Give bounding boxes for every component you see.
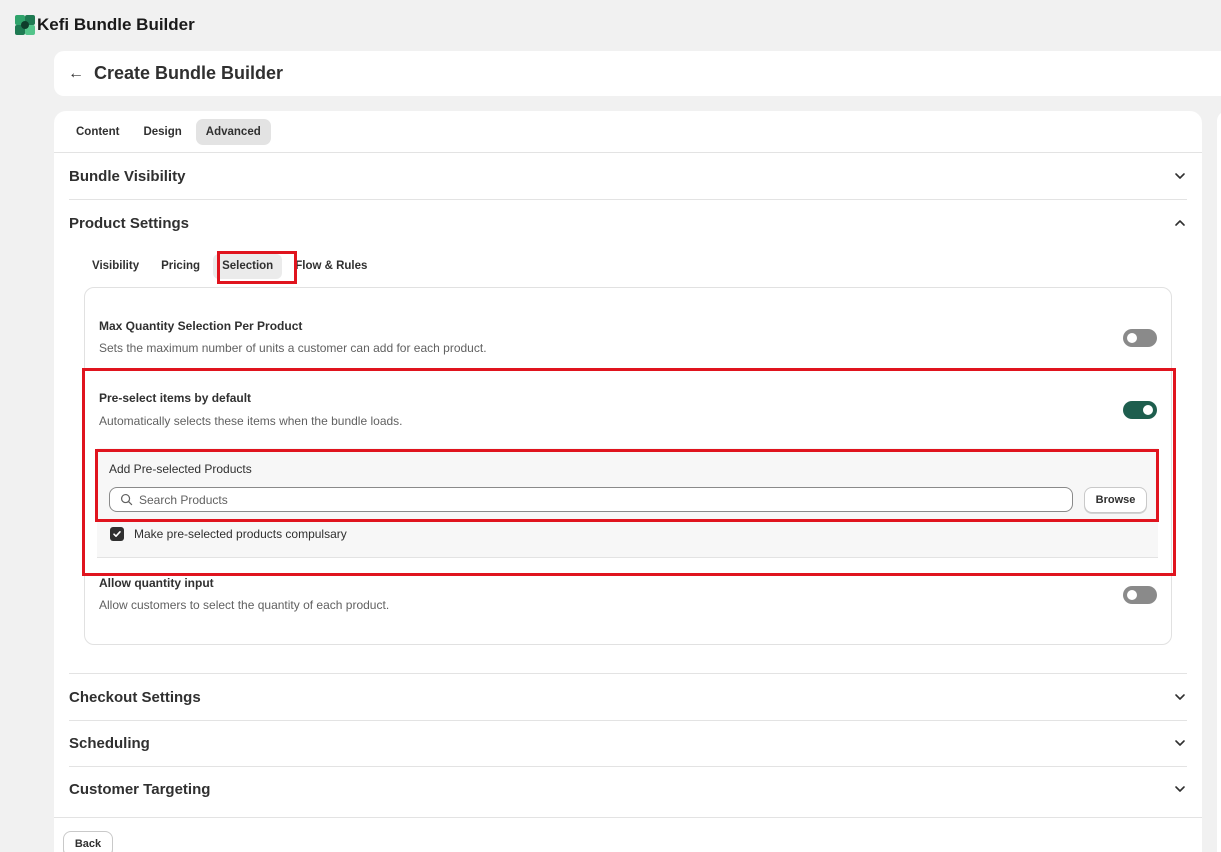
section-product-settings[interactable]: Product Settings — [69, 200, 1187, 246]
preselect-title: Pre-select items by default — [99, 391, 252, 405]
product-settings-tabs: Visibility Pricing Selection Flow & Rule… — [83, 254, 376, 279]
app-title: Kefi Bundle Builder — [37, 15, 195, 34]
compulsory-label: Make pre-selected products compulsary — [134, 527, 347, 541]
settings-card: Content Design Advanced Bundle Visibilit… — [54, 111, 1202, 852]
toggle-knob — [1127, 590, 1137, 600]
search-icon — [120, 493, 133, 506]
toggle-knob — [1127, 333, 1137, 343]
section-checkout-settings[interactable]: Checkout Settings — [69, 674, 1187, 720]
subtab-pricing[interactable]: Pricing — [152, 254, 209, 279]
quantity-input-toggle[interactable] — [1123, 586, 1157, 604]
quantity-input-title: Allow quantity input — [99, 576, 214, 590]
preselected-products-label: Add Pre-selected Products — [109, 462, 252, 476]
max-quantity-toggle[interactable] — [1123, 329, 1157, 347]
back-button[interactable]: Back — [63, 831, 113, 852]
product-search-box[interactable] — [109, 487, 1073, 512]
chevron-down-icon — [1175, 740, 1185, 746]
main-tabs: Content Design Advanced — [66, 119, 271, 145]
page-header: ← Create Bundle Builder — [54, 51, 1221, 96]
max-quantity-title: Max Quantity Selection Per Product — [99, 319, 303, 333]
browse-button[interactable]: Browse — [1084, 487, 1147, 513]
tab-advanced[interactable]: Advanced — [195, 119, 271, 145]
app-header: Kefi Bundle Builder — [0, 0, 1221, 50]
chevron-down-icon — [1175, 786, 1185, 792]
chevron-up-icon — [1175, 220, 1185, 226]
back-arrow-icon[interactable]: ← — [68, 65, 84, 82]
section-title: Checkout Settings — [69, 688, 201, 706]
chevron-down-icon — [1175, 173, 1185, 179]
preselect-toggle[interactable] — [1123, 401, 1157, 419]
preselected-products-panel: Add Pre-selected Products Browse Make pr… — [97, 448, 1158, 558]
checkmark-icon — [113, 531, 121, 537]
subtab-flow-rules[interactable]: Flow & Rules — [286, 254, 376, 279]
max-quantity-description: Sets the maximum number of units a custo… — [99, 341, 487, 355]
section-title: Bundle Visibility — [69, 167, 186, 185]
toggle-knob — [1143, 405, 1153, 415]
tab-content[interactable]: Content — [66, 119, 129, 145]
section-scheduling[interactable]: Scheduling — [69, 720, 1187, 766]
section-title: Scheduling — [69, 734, 150, 752]
search-products-input[interactable] — [139, 492, 1072, 507]
subtab-selection[interactable]: Selection — [213, 254, 283, 279]
quantity-input-description: Allow customers to select the quantity o… — [99, 598, 390, 612]
section-bundle-visibility[interactable]: Bundle Visibility — [69, 153, 1187, 199]
chevron-down-icon — [1175, 694, 1185, 700]
side-panel-edge — [1217, 111, 1221, 852]
divider — [54, 817, 1202, 818]
compulsory-checkbox-row[interactable]: Make pre-selected products compulsary — [110, 527, 347, 541]
preselect-description: Automatically selects these items when t… — [99, 414, 403, 428]
app-logo-icon — [15, 15, 35, 35]
tab-design[interactable]: Design — [133, 119, 191, 145]
page-title: Create Bundle Builder — [94, 63, 284, 83]
section-customer-targeting[interactable]: Customer Targeting — [69, 766, 1187, 812]
section-title: Product Settings — [69, 214, 190, 232]
section-title: Customer Targeting — [69, 780, 211, 798]
compulsory-checkbox[interactable] — [110, 527, 124, 541]
selection-settings-card: Max Quantity Selection Per Product Sets … — [84, 287, 1172, 645]
subtab-visibility[interactable]: Visibility — [83, 254, 148, 279]
